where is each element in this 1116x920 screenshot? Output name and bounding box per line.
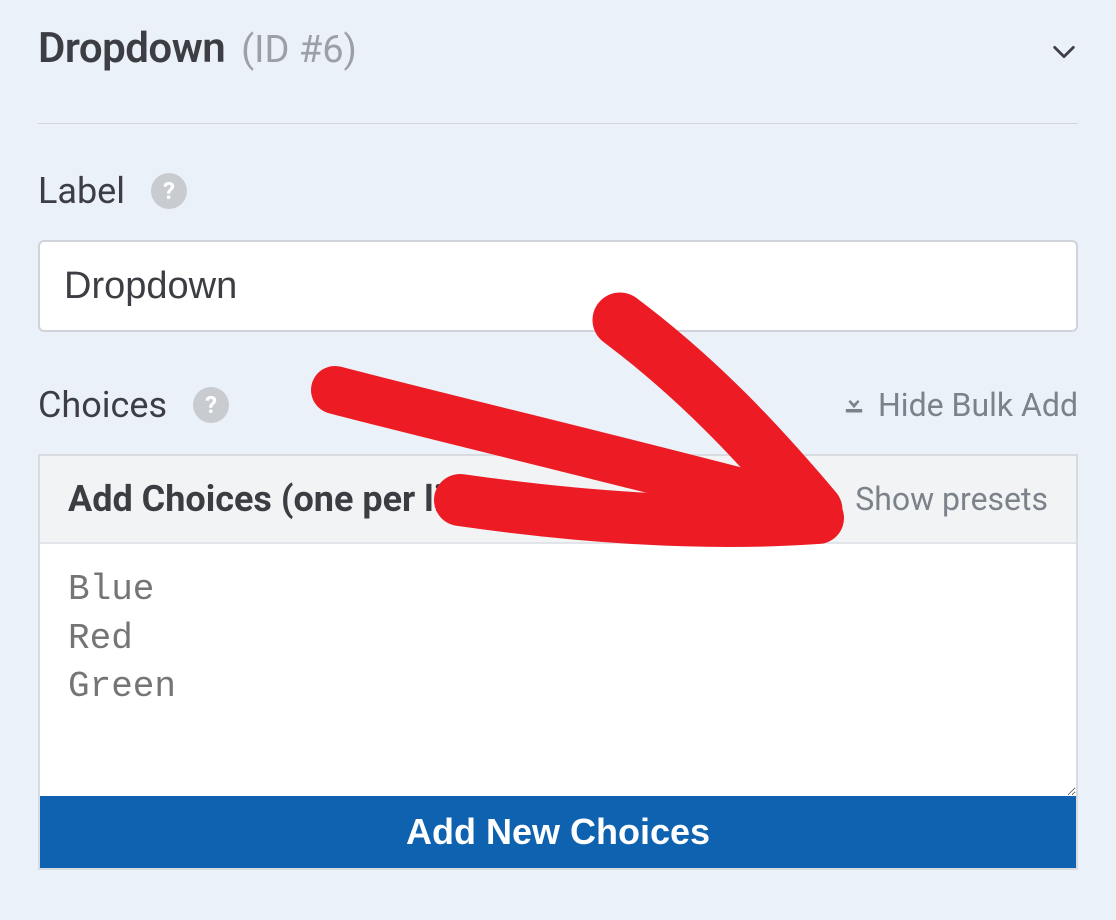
bulk-add-title: Add Choices (one per line): [68, 478, 495, 520]
bulk-add-header: Add Choices (one per line) Show presets: [40, 456, 1076, 544]
choices-heading-row: Choices ? Hide Bulk Add: [38, 384, 1078, 426]
choices-heading: Choices: [38, 384, 167, 426]
help-icon[interactable]: ?: [193, 387, 229, 423]
label-input[interactable]: [38, 240, 1078, 332]
download-icon: [840, 386, 868, 424]
hide-bulk-add-label: Hide Bulk Add: [878, 386, 1078, 424]
bulk-add-container: Add Choices (one per line) Show presets …: [38, 454, 1078, 870]
chevron-down-icon[interactable]: [1050, 38, 1078, 66]
choices-heading-left: Choices ?: [38, 384, 229, 426]
hide-bulk-add-link[interactable]: Hide Bulk Add: [840, 386, 1078, 424]
add-new-choices-button[interactable]: Add New Choices: [40, 796, 1076, 868]
field-title: Dropdown (ID #6): [38, 24, 357, 73]
show-presets-link[interactable]: Show presets: [855, 480, 1048, 518]
field-type-name: Dropdown: [38, 24, 225, 73]
bulk-add-textarea[interactable]: [40, 544, 1076, 796]
label-heading-row: Label ?: [38, 170, 1078, 212]
help-icon[interactable]: ?: [151, 173, 187, 209]
field-settings-panel: Dropdown (ID #6) Label ? Choices ? Hide …: [0, 0, 1116, 870]
field-title-row: Dropdown (ID #6): [38, 24, 1078, 124]
label-heading: Label: [38, 170, 125, 212]
field-id-label: (ID #6): [241, 28, 357, 72]
